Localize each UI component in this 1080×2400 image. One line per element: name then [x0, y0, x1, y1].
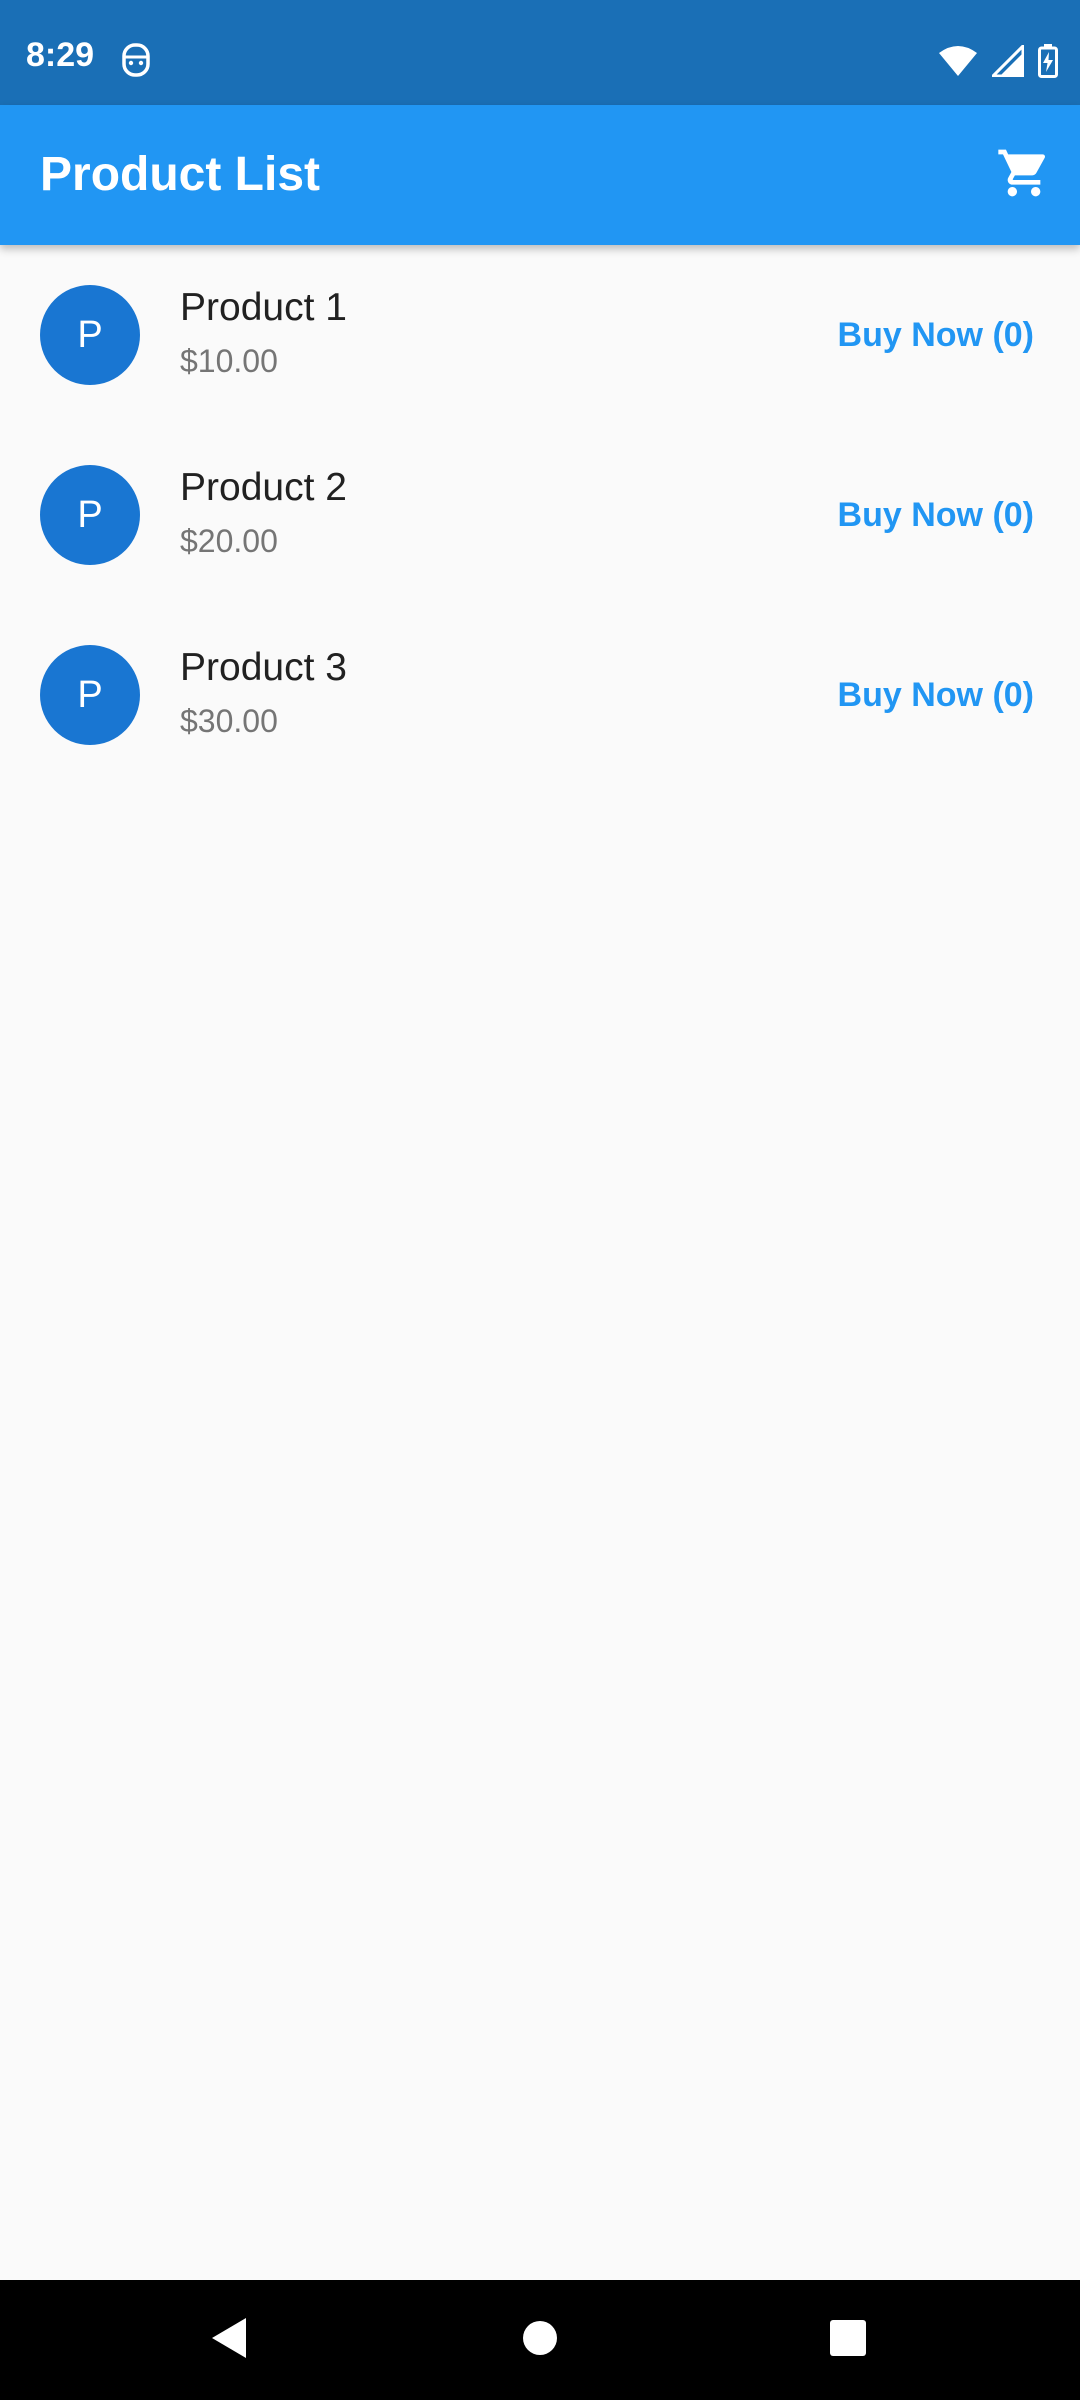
screen: 8:29 Product List P Product 1 $10.00 Buy… — [0, 0, 1080, 2400]
buy-now-button[interactable]: Buy Now (0) — [838, 667, 1034, 723]
recents-icon — [829, 2319, 867, 2362]
buy-now-button[interactable]: Buy Now (0) — [838, 307, 1034, 363]
battery-charging-icon — [1038, 44, 1058, 83]
back-icon — [208, 2316, 248, 2365]
recents-button[interactable] — [818, 2310, 878, 2370]
home-button[interactable] — [510, 2310, 570, 2370]
product-name: Product 1 — [180, 286, 347, 329]
product-price: $20.00 — [180, 523, 278, 559]
list-item: P Product 2 $20.00 Buy Now (0) — [0, 425, 1080, 605]
avatar: P — [40, 285, 140, 385]
product-name: Product 3 — [180, 646, 347, 689]
avatar: P — [40, 465, 140, 565]
product-price: $30.00 — [180, 703, 278, 739]
shopping-cart-icon — [996, 145, 1052, 206]
product-name: Product 2 — [180, 466, 347, 509]
home-icon — [521, 2319, 559, 2362]
status-icons — [938, 42, 1058, 83]
avatar: P — [40, 645, 140, 745]
back-button[interactable] — [198, 2310, 258, 2370]
page-title: Product List — [40, 148, 321, 201]
wifi-icon — [938, 45, 978, 82]
status-time: 8:29 — [26, 36, 95, 74]
list-item: P Product 3 $30.00 Buy Now (0) — [0, 605, 1080, 785]
app-bar: Product List — [0, 105, 1080, 245]
status-bar: 8:29 — [0, 0, 1080, 105]
buy-now-button[interactable]: Buy Now (0) — [838, 487, 1034, 543]
navigation-bar — [0, 2280, 1080, 2400]
product-price: $10.00 — [180, 343, 278, 379]
product-list: P Product 1 $10.00 Buy Now (0) P Product… — [0, 245, 1080, 785]
cell-signal-icon — [989, 42, 1025, 82]
notification-icon — [120, 42, 152, 78]
list-item: P Product 1 $10.00 Buy Now (0) — [0, 245, 1080, 425]
cart-button[interactable] — [986, 137, 1062, 213]
